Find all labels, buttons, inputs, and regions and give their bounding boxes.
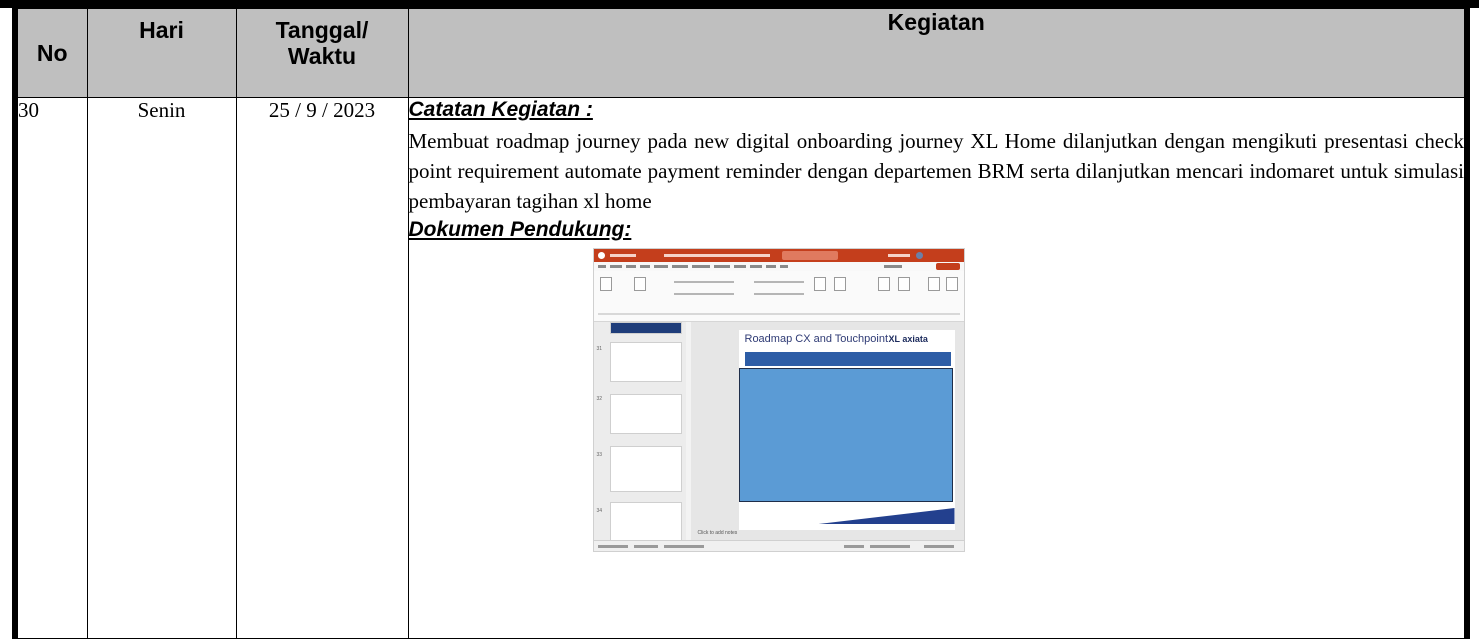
slide-thumbnail <box>609 394 682 434</box>
title-bar-text <box>609 254 636 257</box>
avatar <box>915 252 923 259</box>
designer-icon <box>927 277 940 291</box>
slide-title: Roadmap CX and Touchpoint <box>744 333 889 345</box>
cell-hari: Senin <box>86 97 237 639</box>
document-page: No Hari Tanggal/ Waktu Kegiatan 30 Senin… <box>0 0 1479 639</box>
notes-placeholder: Click to add notes <box>697 530 738 536</box>
shapes-icon <box>813 277 826 291</box>
catatan-heading: Catatan Kegiatan : <box>408 98 593 121</box>
slide: Roadmap CX and Touchpoint XL axiata <box>738 330 955 530</box>
activity-log-table: No Hari Tanggal/ Waktu Kegiatan 30 Senin… <box>12 8 1470 639</box>
catatan-text: Membuat roadmap journey pada new digital… <box>408 129 1465 213</box>
search-box <box>781 251 838 260</box>
app-title-bar <box>593 249 964 262</box>
powerpoint-screenshot: 31 32 33 34 Roadmap CX and Touchpoint XL… <box>592 248 965 552</box>
status-bar <box>593 540 964 551</box>
cell-kegiatan: Catatan Kegiatan : Membuat roadmap journ… <box>407 97 1468 639</box>
table-row: 30 Senin 25 / 9 / 2023 Catatan Kegiatan … <box>14 97 1468 639</box>
header-tanggal-line2: Waktu <box>287 43 357 69</box>
ribbon-tabs <box>593 262 964 271</box>
slide-decoration <box>818 508 955 524</box>
find-icon <box>877 277 890 291</box>
header-row: No Hari Tanggal/ Waktu Kegiatan <box>14 8 1468 98</box>
slide-thumbnail <box>609 342 682 382</box>
slide-table-header <box>744 352 951 366</box>
header-hari: Hari <box>86 8 237 98</box>
cell-tanggal: 25 / 9 / 2023 <box>235 97 409 639</box>
dokumen-heading: Dokumen Pendukung: <box>408 218 632 241</box>
header-tanggal-line1: Tanggal/ <box>275 17 369 43</box>
paste-icon <box>599 277 612 291</box>
header-kegiatan: Kegiatan <box>407 8 1468 98</box>
slide-content-box <box>738 368 953 502</box>
share-button <box>935 263 960 270</box>
title-bar-user <box>887 254 910 257</box>
cell-no: 30 <box>14 97 88 639</box>
dictate-icon <box>897 277 910 291</box>
new-slide-icon <box>633 277 646 291</box>
header-no: No <box>14 8 88 98</box>
app-logo-icon <box>597 252 605 259</box>
arrange-icon <box>833 277 846 291</box>
slide-thumbnail <box>609 446 682 492</box>
addins-icon <box>945 277 958 291</box>
ribbon <box>593 271 964 322</box>
top-border <box>0 0 1479 8</box>
slide-thumbnails: 31 32 33 34 <box>593 322 686 542</box>
slide-canvas: Roadmap CX and Touchpoint XL axiata <box>690 322 964 540</box>
slide-thumbnail <box>609 502 682 542</box>
title-bar-filename <box>663 254 770 257</box>
header-tanggal: Tanggal/ Waktu <box>235 8 409 98</box>
slide-thumbnail <box>609 322 682 334</box>
slide-brand-logo: XL axiata <box>888 334 928 344</box>
